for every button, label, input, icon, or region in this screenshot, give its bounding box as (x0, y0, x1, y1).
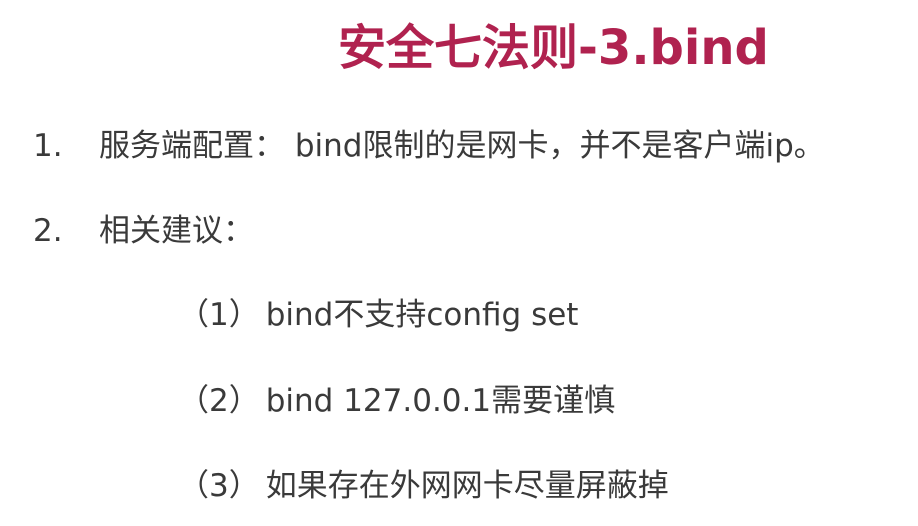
slide-title: 安全七法则-3.bind (338, 20, 769, 76)
list-item-number: 2. (33, 213, 63, 249)
sub-item-text: bind不支持config set (265, 297, 579, 333)
sub-item-1: （1） bind不支持config set (178, 293, 578, 337)
sub-item-2: （2） bind 127.0.0.1需要谨慎 (178, 379, 615, 423)
list-item-text: 服务端配置： bind限制的是网卡，并不是客户端ip。 (99, 128, 825, 164)
list-item-text: 相关建议： (99, 213, 254, 249)
sub-item-3: （3） 如果存在外网网卡尽量屏蔽掉 (178, 464, 669, 508)
slide: 安全七法则-3.bind 1. 服务端配置： bind限制的是网卡，并不是客户端… (0, 0, 918, 526)
sub-item-marker: （1） (178, 297, 260, 333)
list-item-number: 1. (33, 128, 63, 164)
sub-item-text: bind 127.0.0.1需要谨慎 (265, 383, 616, 419)
sub-item-marker: （2） (178, 383, 260, 419)
sub-item-marker: （3） (178, 468, 260, 504)
sub-item-text: 如果存在外网网卡尽量屏蔽掉 (265, 468, 669, 504)
